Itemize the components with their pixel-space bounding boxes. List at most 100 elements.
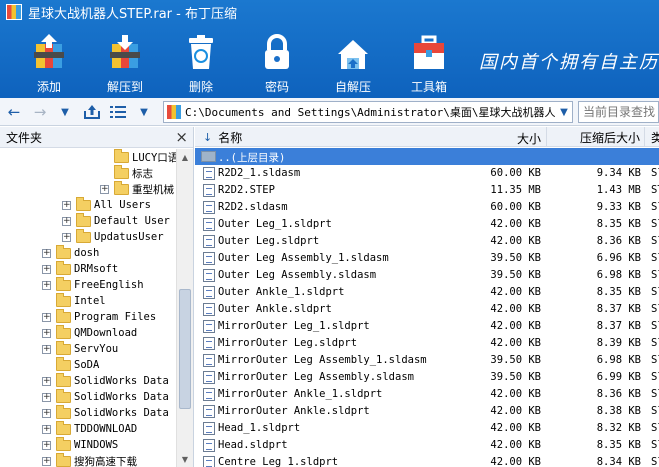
file-row[interactable]: Outer Leg Assembly.sldasm 39.50 KB 6.98 KB… [195,267,659,284]
file-icon [203,388,215,401]
file-icon [203,201,215,214]
expand-icon[interactable]: + [62,232,71,242]
file-compressed-size: 8.35 KB [596,439,641,451]
sort-down-icon: ↓ [203,130,213,144]
tree-item[interactable]: + QMDownload [42,324,137,341]
self-extract-button[interactable]: 自解压 [318,26,388,96]
tree-item[interactable]: + 搜狗高速下载 [42,452,137,467]
file-row[interactable]: Centre Leg_1.sldprt 42.00 KB 8.34 KB Sl [195,454,659,467]
file-row[interactable]: MirrorOuter Leg_1.sldprt 42.00 KB 8.37 KB S… [195,318,659,335]
file-row[interactable]: MirrorOuter Leg Assembly_1.sldasm 39.50 K… [195,352,659,369]
scroll-down-icon[interactable]: ▼ [177,451,193,467]
tree-item[interactable]: LUCY口语 [100,149,176,165]
tree-item[interactable]: + dosh [42,244,99,261]
expand-icon[interactable]: + [42,392,51,402]
close-icon[interactable]: × [175,128,188,146]
expand-icon[interactable]: + [42,264,51,274]
folder-tree: LUCY口语 标志 + 重型机械 + All Users + Default User + Upd… [0,149,176,467]
tree-item[interactable]: 标志 [100,164,153,181]
folder-tree-scrollbar[interactable]: ▲ ▼ [176,149,193,467]
extract-to-button[interactable]: 解压到 [90,26,160,96]
expand-icon[interactable]: + [42,328,51,338]
delete-button[interactable]: 删除 [166,26,236,96]
column-size-label[interactable]: 大小 [485,130,541,147]
file-name: MirrorOuter Ankle_1.sldprt [218,388,383,400]
file-row[interactable]: R2D2.sldasm 60.00 KB 9.33 KB Sl [195,199,659,216]
file-row[interactable]: Outer Ankle.sldprt 42.00 KB 8.37 KB Sl [195,301,659,318]
file-row[interactable]: MirrorOuter Ankle.sldprt 42.00 KB 8.38 KB S… [195,403,659,420]
expand-icon[interactable]: + [42,248,51,258]
folder-icon [56,276,71,291]
file-row[interactable]: MirrorOuter Leg Assembly.sldasm 39.50 KB 6… [195,369,659,386]
tree-item[interactable]: + ServYou [42,340,118,357]
add-button[interactable]: 添加 [14,26,84,96]
file-compressed-size: 8.35 KB [596,218,641,230]
file-row[interactable]: Outer Ankle_1.sldprt 42.00 KB 8.35 KB Sl [195,284,659,301]
file-name: Outer Ankle.sldprt [218,303,332,315]
column-compressed-header[interactable]: 压缩后大小 [547,127,645,147]
expand-icon[interactable]: + [62,200,71,210]
tree-item[interactable]: + Program Files [42,308,156,325]
tree-item[interactable]: Intel [42,292,106,309]
file-row[interactable]: Head.sldprt 42.00 KB 8.35 KB Sl [195,437,659,454]
tree-item[interactable]: + FreeEnglish [42,276,144,293]
view-list-icon[interactable] [108,101,128,123]
tree-item[interactable]: + SolidWorks Data [42,372,169,389]
file-row[interactable]: Outer Leg Assembly_1.sldasm 39.50 KB 6.96 … [195,250,659,267]
tree-item[interactable]: + Default User [62,212,170,229]
tree-item[interactable]: + TDDOWNLOAD [42,420,137,437]
archive-icon [167,105,181,119]
expand-icon[interactable]: + [42,440,51,450]
toolbox-button[interactable]: 工具箱 [394,26,464,96]
back-arrow-icon[interactable]: ← [4,101,24,123]
view-dropdown-icon[interactable]: ▼ [136,101,152,123]
expand-icon[interactable]: + [42,280,51,290]
tree-item[interactable]: + UpdatusUser [62,228,164,245]
app-logo-icon [6,4,22,20]
tree-item[interactable]: + DRMsoft [42,260,118,277]
expand-icon[interactable]: + [42,344,51,354]
column-type-header[interactable]: 类 [647,127,659,147]
expand-icon[interactable]: + [42,456,51,466]
expand-icon[interactable]: + [42,376,51,386]
scrollbar-thumb[interactable] [179,289,191,409]
address-bar[interactable]: C:\Documents and Settings\Administrator\… [163,101,573,123]
column-name-header[interactable]: ↓ 名称 大小 [195,127,547,147]
tree-item[interactable]: + All Users [62,196,151,213]
expand-icon[interactable]: + [42,312,51,322]
file-row[interactable]: R2D2.STEP 11.35 MB 1.43 MB ST [195,182,659,199]
history-dropdown-icon[interactable]: ▼ [58,101,72,123]
main-toolbar: 添加 解压到 删除 密码 自解压 工具箱 [0,26,464,98]
file-row[interactable]: MirrorOuter Ankle_1.sldprt 42.00 KB 8.36 K… [195,386,659,403]
tree-item[interactable]: SoDA [42,356,99,373]
tree-item[interactable]: + SolidWorks Data [42,388,169,405]
parent-directory-row[interactable]: ..(上层目录) [195,148,659,165]
tree-item[interactable]: + SolidWorks Data [42,404,169,421]
password-button[interactable]: 密码 [242,26,312,96]
expand-icon[interactable]: + [62,216,71,226]
file-row[interactable]: R2D2_1.sldasm 60.00 KB 9.34 KB Sl [195,165,659,182]
file-row[interactable]: Head_1.sldprt 42.00 KB 8.32 KB Sl [195,420,659,437]
file-row[interactable]: Outer Leg_1.sldprt 42.00 KB 8.35 KB Sl [195,216,659,233]
address-dropdown-icon[interactable]: ▼ [556,102,572,122]
tree-item[interactable]: + WINDOWS [42,436,118,453]
tree-item[interactable]: + 重型机械 [100,180,174,197]
expand-icon[interactable]: + [42,408,51,418]
file-name: Outer Leg_1.sldprt [218,218,332,230]
file-row[interactable]: MirrorOuter Leg.sldprt 42.00 KB 8.39 KB Sl [195,335,659,352]
scroll-up-icon[interactable]: ▲ [177,149,193,165]
expand-icon[interactable]: + [42,424,51,434]
tree-item-label: LUCY口语 [132,151,176,164]
tree-item-label: SolidWorks Data [74,391,169,403]
file-row[interactable]: Outer Leg.sldprt 42.00 KB 8.36 KB Sl [195,233,659,250]
up-folder-icon[interactable] [82,101,102,123]
file-compressed-size: 8.36 KB [596,235,641,247]
tree-item-label: FreeEnglish [74,279,144,291]
forward-arrow-icon[interactable]: → [30,101,50,123]
extract-to-button-label: 解压到 [106,80,143,94]
file-type: Sl [651,388,659,400]
expand-icon[interactable]: + [100,184,109,194]
file-size: 42.00 KB [490,405,541,417]
search-input[interactable] [578,101,659,123]
file-size: 42.00 KB [490,388,541,400]
